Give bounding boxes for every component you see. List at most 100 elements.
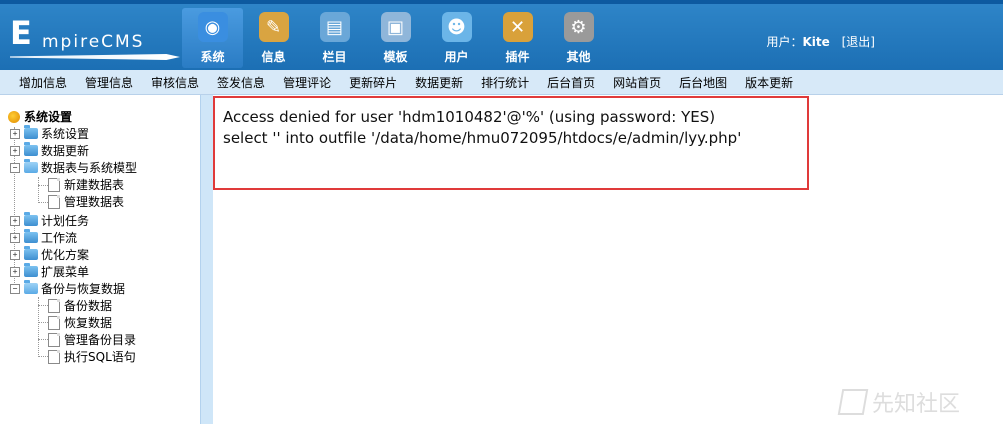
gear-icon: ⚙	[563, 12, 594, 42]
submenu-version-update[interactable]: 版本更新	[738, 74, 800, 91]
header-top-border	[0, 0, 1003, 4]
site-watermark: 先知社区	[837, 386, 961, 418]
page-icon	[48, 298, 60, 313]
submenu-site-home[interactable]: 网站首页	[606, 74, 668, 91]
tree-leaf-restore-data[interactable]: 恢复数据	[48, 314, 112, 331]
tree-node-backup-restore[interactable]: − 备份与恢复数据	[10, 280, 125, 297]
nav-label: 栏目	[322, 50, 347, 64]
logo-text: mpireCMS	[42, 32, 145, 52]
tree-node-system-settings[interactable]: + 系统设置	[10, 125, 89, 142]
page-icon	[48, 194, 60, 209]
submenu-review-info[interactable]: 审核信息	[144, 74, 206, 91]
tree-leaf-execute-sql[interactable]: 执行SQL语句	[48, 348, 136, 365]
submenu-update-fragments[interactable]: 更新碎片	[342, 74, 404, 91]
tree-leaf-label: 恢复数据	[64, 316, 113, 330]
tree-leaf-new-table[interactable]: 新建数据表	[48, 176, 124, 193]
nav-system[interactable]: ◉ 系统	[182, 8, 243, 68]
logo-swoosh	[10, 54, 180, 60]
watermark-text: 先知社区	[872, 392, 961, 417]
page-icon	[48, 315, 60, 330]
tree-leaf-label: 执行SQL语句	[64, 350, 136, 364]
expand-icon[interactable]: +	[10, 266, 20, 277]
expand-icon[interactable]: +	[10, 145, 20, 156]
tree-leaf-manage-backup-dir[interactable]: 管理备份目录	[48, 331, 136, 348]
globe-icon: ◉	[197, 12, 228, 42]
tree-node-label: 工作流	[41, 231, 78, 245]
tree-node-scheduled-tasks[interactable]: + 计划任务	[10, 212, 89, 229]
nav-label: 系统	[200, 50, 225, 64]
user-icon: ☻	[441, 12, 472, 42]
empirecms-logo[interactable]: E mpireCMS	[10, 14, 180, 62]
tree-node-label: 扩展菜单	[41, 265, 90, 279]
submenu-manage-info[interactable]: 管理信息	[78, 74, 140, 91]
tree-guide	[38, 356, 48, 357]
nav-plugin[interactable]: ✕ 插件	[487, 8, 548, 68]
notepad-icon: ✎	[258, 12, 289, 42]
folder-icon	[24, 142, 38, 156]
tree-guide	[38, 322, 48, 323]
nav-label: 模板	[383, 50, 408, 64]
error-text-line-2: select '' into outfile '/data/home/hmu07…	[223, 129, 742, 147]
nav-label: 其他	[566, 50, 591, 64]
nav-column[interactable]: ▤ 栏目	[304, 8, 365, 68]
tree-root[interactable]: 系统设置	[8, 108, 72, 125]
page-icon	[48, 349, 60, 364]
sub-menu: 增加信息 管理信息 审核信息 签发信息 管理评论 更新碎片 数据更新 排行统计 …	[0, 70, 1003, 95]
folder-icon	[24, 229, 38, 243]
nav-label: 用户	[444, 50, 469, 64]
tree-leaf-backup-data[interactable]: 备份数据	[48, 297, 112, 314]
folder-open-icon	[24, 159, 38, 173]
page-icon	[48, 177, 60, 192]
tree-leaf-manage-tables[interactable]: 管理数据表	[48, 193, 124, 210]
expand-icon[interactable]: +	[10, 232, 20, 243]
tree-guide	[38, 202, 48, 203]
sidebar-splitter[interactable]	[200, 95, 214, 424]
tree-node-data-update[interactable]: + 数据更新	[10, 142, 89, 159]
tree-node-extended-menu[interactable]: + 扩展菜单	[10, 263, 89, 280]
submenu-data-update[interactable]: 数据更新	[408, 74, 470, 91]
user-name: Kite	[802, 35, 830, 49]
submenu-sign-info[interactable]: 签发信息	[210, 74, 272, 91]
tools-icon: ✕	[502, 12, 533, 42]
tree-node-optimization[interactable]: + 优化方案	[10, 246, 89, 263]
tree-node-label: 数据表与系统模型	[41, 161, 138, 175]
collapse-icon[interactable]: −	[10, 162, 20, 173]
user-label: 用户：	[766, 35, 803, 49]
nav-template[interactable]: ▣ 模板	[365, 8, 426, 68]
tree-guide	[38, 185, 48, 186]
submenu-admin-home[interactable]: 后台首页	[540, 74, 602, 91]
submenu-manage-comments[interactable]: 管理评论	[276, 74, 338, 91]
folder-icon	[24, 263, 38, 277]
folder-icon: ▤	[319, 12, 350, 42]
tree-node-tables-models[interactable]: − 数据表与系统模型	[10, 159, 137, 176]
logo-letter-e: E	[10, 14, 34, 52]
submenu-ranking[interactable]: 排行统计	[474, 74, 536, 91]
tree-node-workflow[interactable]: + 工作流	[10, 229, 77, 246]
tree-node-label: 优化方案	[41, 248, 90, 262]
nav-info[interactable]: ✎ 信息	[243, 8, 304, 68]
tree-leaf-label: 备份数据	[64, 299, 113, 313]
watermark-logo-icon	[837, 389, 869, 415]
main-nav: ◉ 系统 ✎ 信息 ▤ 栏目 ▣ 模板 ☻ 用户 ✕ 插件 ⚙ 其他	[182, 8, 609, 68]
sidebar-tree: 系统设置 + 系统设置 + 数据更新 − 数据表与系统模型 新建数据表 管理数据表 +…	[0, 95, 200, 424]
tree-root-label: 系统设置	[24, 110, 73, 124]
collapse-icon[interactable]: −	[10, 283, 20, 294]
nav-user[interactable]: ☻ 用户	[426, 8, 487, 68]
tree-node-label: 备份与恢复数据	[41, 282, 126, 296]
user-info: 用户：Kite [退出]	[766, 33, 875, 50]
tree-guide	[38, 305, 48, 306]
submenu-add-info[interactable]: 增加信息	[12, 74, 74, 91]
tree-leaf-label: 新建数据表	[64, 178, 125, 192]
submenu-admin-map[interactable]: 后台地图	[672, 74, 734, 91]
nav-other[interactable]: ⚙ 其他	[548, 8, 609, 68]
nav-label: 插件	[505, 50, 530, 64]
settings-root-icon	[8, 110, 20, 123]
tree-node-label: 数据更新	[41, 144, 90, 158]
expand-icon[interactable]: +	[10, 128, 20, 139]
tree-guide	[38, 177, 39, 203]
tree-guide	[38, 339, 48, 340]
expand-icon[interactable]: +	[10, 249, 20, 260]
expand-icon[interactable]: +	[10, 215, 20, 226]
logout-link[interactable]: [退出]	[842, 35, 875, 49]
folder-icon	[24, 212, 38, 226]
